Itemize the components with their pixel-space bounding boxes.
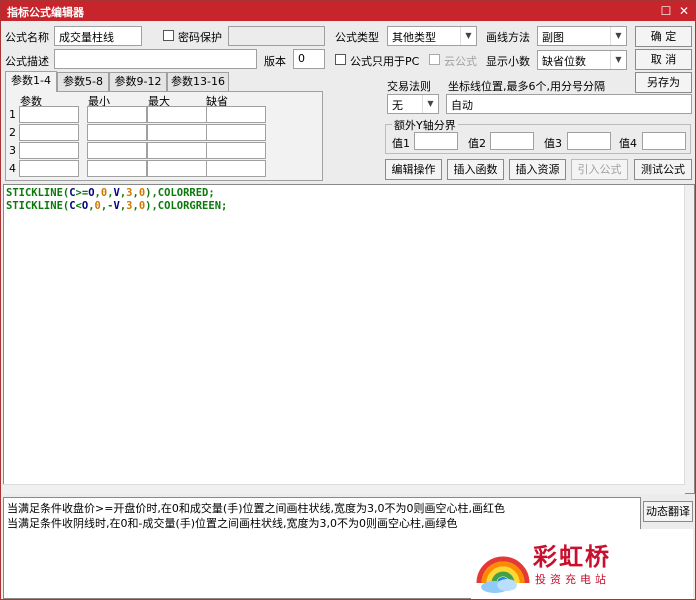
password-checkbox[interactable] xyxy=(163,30,174,41)
code-line: STICKLINE(C<O,0,-V,3,0),COLORGREEN; xyxy=(6,200,692,213)
chevron-down-icon: ▼ xyxy=(460,27,476,45)
val2-input[interactable] xyxy=(490,132,534,150)
insert-function-button[interactable]: 插入函数 xyxy=(447,159,504,180)
type-label: 公式类型 xyxy=(335,31,379,44)
password-input[interactable] xyxy=(228,26,325,46)
param-default-input[interactable] xyxy=(206,142,266,159)
decimals-select[interactable]: 缺省位数 ▼ xyxy=(537,50,627,70)
draw-select-value: 副图 xyxy=(542,31,564,44)
val3-label: 值3 xyxy=(544,137,562,150)
close-icon[interactable]: ✕ xyxy=(675,2,693,20)
param-row-number: 4 xyxy=(9,162,16,175)
watermark-sub: 投资充电站 xyxy=(535,573,610,586)
import-formula-button[interactable]: 引入公式 xyxy=(571,159,628,180)
window-title: 指标公式编辑器 xyxy=(7,6,84,19)
rainbow-logo-icon xyxy=(476,556,530,593)
param-name-input[interactable] xyxy=(19,142,79,159)
password-label: 密码保护 xyxy=(178,31,222,44)
code-editor[interactable]: STICKLINE(C>=O,0,V,3,0),COLORRED; STICKLI… xyxy=(3,184,695,494)
param-max-input[interactable] xyxy=(147,124,207,141)
horizontal-scrollbar[interactable] xyxy=(3,484,685,494)
val1-label: 值1 xyxy=(392,137,410,150)
cloud-checkbox[interactable] xyxy=(429,54,440,65)
param-default-input[interactable] xyxy=(206,106,266,123)
pc-only-label: 公式只用于PC xyxy=(350,55,420,68)
param-panel: 参数 最小 最大 缺省 1 2 3 4 xyxy=(5,91,323,181)
param-min-input[interactable] xyxy=(87,106,147,123)
insert-resource-button[interactable]: 插入资源 xyxy=(509,159,566,180)
param-default-input[interactable] xyxy=(206,160,266,177)
param-max-input[interactable] xyxy=(147,106,207,123)
desc-input[interactable] xyxy=(54,49,257,69)
tab-params-9-12[interactable]: 参数9-12 xyxy=(109,72,167,91)
code-token: STICKLINE( xyxy=(6,187,70,199)
param-max-input[interactable] xyxy=(147,142,207,159)
param-name-input[interactable] xyxy=(19,124,79,141)
param-max-input[interactable] xyxy=(147,160,207,177)
code-content: STICKLINE(C>=O,0,V,3,0),COLORRED; STICKLI… xyxy=(6,187,692,213)
param-row-number: 1 xyxy=(9,108,16,121)
code-line: STICKLINE(C>=O,0,V,3,0),COLORRED; xyxy=(6,187,692,200)
vertical-scrollbar[interactable] xyxy=(684,185,694,493)
code-token: STICKLINE( xyxy=(6,200,70,212)
param-row-number: 3 xyxy=(9,144,16,157)
chevron-down-icon: ▼ xyxy=(610,27,626,45)
watermark-logo: 彩虹桥 投资充电站 xyxy=(471,529,693,599)
ok-button[interactable]: 确 定 xyxy=(635,26,692,47)
extra-y-axis-title: 额外Y轴分界 xyxy=(392,117,458,133)
code-token: ),COLORRED; xyxy=(145,187,215,199)
code-token: ,- xyxy=(100,200,114,212)
val4-label: 值4 xyxy=(619,137,637,150)
type-select-value: 其他类型 xyxy=(392,31,436,44)
cloud-label: 云公式 xyxy=(444,55,477,68)
chevron-down-icon: ▼ xyxy=(422,95,438,113)
version-label: 版本 xyxy=(264,55,286,68)
chevron-down-icon: ▼ xyxy=(610,51,626,69)
version-input[interactable]: 0 xyxy=(293,49,325,69)
desc-label: 公式描述 xyxy=(5,55,49,68)
pc-only-checkbox[interactable] xyxy=(335,54,346,65)
decimals-label: 显示小数 xyxy=(486,55,530,68)
val3-input[interactable] xyxy=(567,132,611,150)
description-line: 当满足条件收盘价>=开盘价时,在0和成交量(手)位置之间画柱状线,宽度为3,0不… xyxy=(7,502,505,515)
param-name-input[interactable] xyxy=(19,160,79,177)
trade-rule-select[interactable]: 无 ▼ xyxy=(387,94,439,114)
draw-select[interactable]: 副图 ▼ xyxy=(537,26,627,46)
axis-input[interactable]: 自动 xyxy=(446,94,692,114)
param-name-input[interactable] xyxy=(19,106,79,123)
title-bar: 指标公式编辑器 ☐ ✕ xyxy=(1,1,695,21)
val2-label: 值2 xyxy=(468,137,486,150)
trade-rule-value: 无 xyxy=(392,99,403,112)
tab-params-5-8[interactable]: 参数5-8 xyxy=(57,72,109,91)
val4-input[interactable] xyxy=(642,132,686,150)
param-row-number: 2 xyxy=(9,126,16,139)
cancel-button[interactable]: 取 消 xyxy=(635,49,692,70)
name-input[interactable]: 成交量柱线 xyxy=(54,26,142,46)
test-formula-button[interactable]: 测试公式 xyxy=(634,159,692,180)
type-select[interactable]: 其他类型 ▼ xyxy=(387,26,477,46)
save-as-button[interactable]: 另存为 xyxy=(635,72,692,93)
watermark-brand: 彩虹桥 xyxy=(533,543,611,571)
axis-label: 坐标线位置,最多6个,用分号分隔 xyxy=(448,80,605,93)
code-token: ),COLORGREEN; xyxy=(145,200,228,212)
param-min-input[interactable] xyxy=(87,124,147,141)
dynamic-translate-button[interactable]: 动态翻译 xyxy=(643,501,693,522)
edit-operation-button[interactable]: 编辑操作 xyxy=(385,159,442,180)
tab-params-1-4[interactable]: 参数1-4 xyxy=(5,71,57,92)
code-token: >= xyxy=(75,187,89,199)
trade-rule-label: 交易法则 xyxy=(387,80,431,93)
param-min-input[interactable] xyxy=(87,142,147,159)
draw-label: 画线方法 xyxy=(486,31,530,44)
decimals-select-value: 缺省位数 xyxy=(542,55,586,68)
maximize-icon[interactable]: ☐ xyxy=(657,2,675,20)
param-min-input[interactable] xyxy=(87,160,147,177)
formula-editor-window: 指标公式编辑器 ☐ ✕ 公式名称 成交量柱线 密码保护 公式类型 其他类型 ▼ 画… xyxy=(0,0,696,600)
param-default-input[interactable] xyxy=(206,124,266,141)
val1-input[interactable] xyxy=(414,132,458,150)
tab-params-13-16[interactable]: 参数13-16 xyxy=(167,72,229,91)
extra-y-axis-group: 额外Y轴分界 值1 值2 值3 值4 xyxy=(385,117,691,154)
name-label: 公式名称 xyxy=(5,31,49,44)
